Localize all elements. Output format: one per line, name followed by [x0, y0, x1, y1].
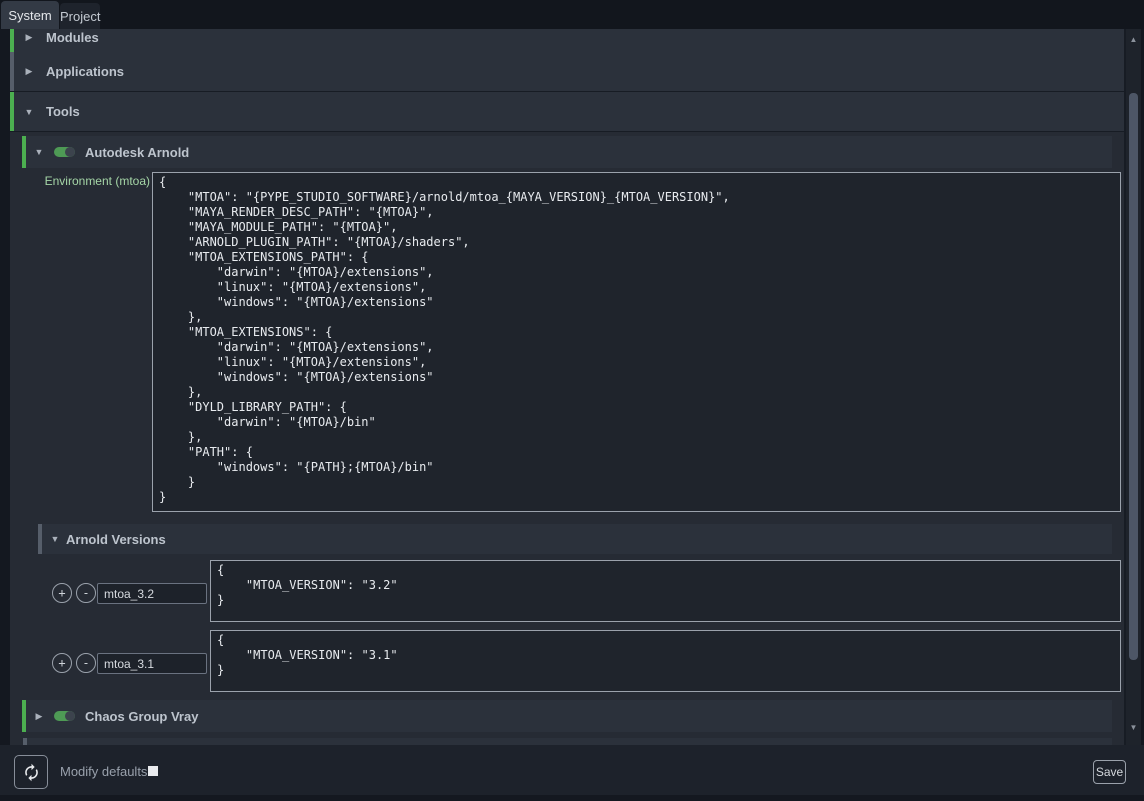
scrollbar-thumb[interactable] — [1129, 93, 1138, 660]
subsection-title: Chaos Group Vray — [85, 709, 198, 724]
subsection-title: Arnold Versions — [66, 532, 166, 547]
save-button[interactable]: Save — [1093, 760, 1126, 784]
section-title: Tools — [46, 104, 80, 119]
tab-bar: System Project — [0, 0, 1144, 29]
collapsed-arrow-icon: ▶ — [32, 711, 46, 722]
version-key-input[interactable] — [97, 583, 207, 604]
remove-version-button[interactable]: - — [76, 583, 96, 603]
refresh-button[interactable] — [14, 755, 48, 789]
vertical-scrollbar[interactable]: ▲ ▼ — [1126, 29, 1141, 745]
expanded-arrow-icon: ▼ — [32, 147, 46, 157]
tab-project[interactable]: Project — [60, 3, 100, 29]
section-title: Applications — [46, 64, 124, 79]
environment-mtoa-label: Environment (mtoa) — [14, 174, 150, 188]
version-value-editor[interactable]: { "MTOA_VERSION": "3.2" } — [210, 560, 1121, 622]
remove-version-button[interactable]: - — [76, 653, 96, 673]
subsection-title: Autodesk Arnold — [85, 145, 189, 160]
add-version-button[interactable]: + — [52, 653, 72, 673]
tab-system[interactable]: System — [1, 1, 59, 29]
toggle-knob — [65, 711, 75, 721]
subsection-header-arnold-versions[interactable]: ▼ Arnold Versions — [38, 524, 1112, 554]
add-version-button[interactable]: + — [52, 583, 72, 603]
expanded-arrow-icon: ▼ — [48, 534, 62, 544]
settings-scroll-area: ▶ Modules ▶ Applications ▼ Tools ▼ Autod… — [10, 29, 1126, 745]
version-value-editor[interactable]: { "MTOA_VERSION": "3.1" } — [210, 630, 1121, 692]
subsection-header-clipped[interactable] — [23, 738, 1112, 745]
subsection-header-chaos-group-vray[interactable]: ▶ Chaos Group Vray — [22, 700, 1112, 732]
toggle-knob — [65, 147, 75, 157]
arnold-enabled-toggle[interactable] — [54, 147, 75, 157]
settings-window: System Project ▶ Modules ▶ Applications … — [0, 0, 1144, 801]
subsection-header-autodesk-arnold[interactable]: ▼ Autodesk Arnold — [22, 136, 1112, 168]
vray-enabled-toggle[interactable] — [54, 711, 75, 721]
footer-bar: Modify defaults Save — [0, 745, 1144, 795]
section-header-applications[interactable]: ▶ Applications — [10, 52, 1124, 91]
expanded-arrow-icon: ▼ — [22, 107, 36, 117]
collapsed-arrow-icon: ▶ — [22, 32, 36, 43]
modify-defaults-checkbox[interactable] — [148, 766, 158, 776]
section-title: Modules — [46, 30, 99, 45]
tools-section-body: ▼ Autodesk Arnold Environment (mtoa) { "… — [10, 132, 1124, 745]
section-header-tools[interactable]: ▼ Tools — [10, 92, 1124, 131]
version-key-input[interactable] — [97, 653, 207, 674]
refresh-icon — [22, 763, 41, 782]
environment-mtoa-editor[interactable]: { "MTOA": "{PYPE_STUDIO_SOFTWARE}/arnold… — [152, 172, 1121, 512]
collapsed-arrow-icon: ▶ — [22, 66, 36, 77]
scroll-down-arrow-icon[interactable]: ▼ — [1126, 721, 1141, 735]
scroll-up-arrow-icon[interactable]: ▲ — [1126, 33, 1141, 47]
modify-defaults-label: Modify defaults — [60, 764, 147, 779]
